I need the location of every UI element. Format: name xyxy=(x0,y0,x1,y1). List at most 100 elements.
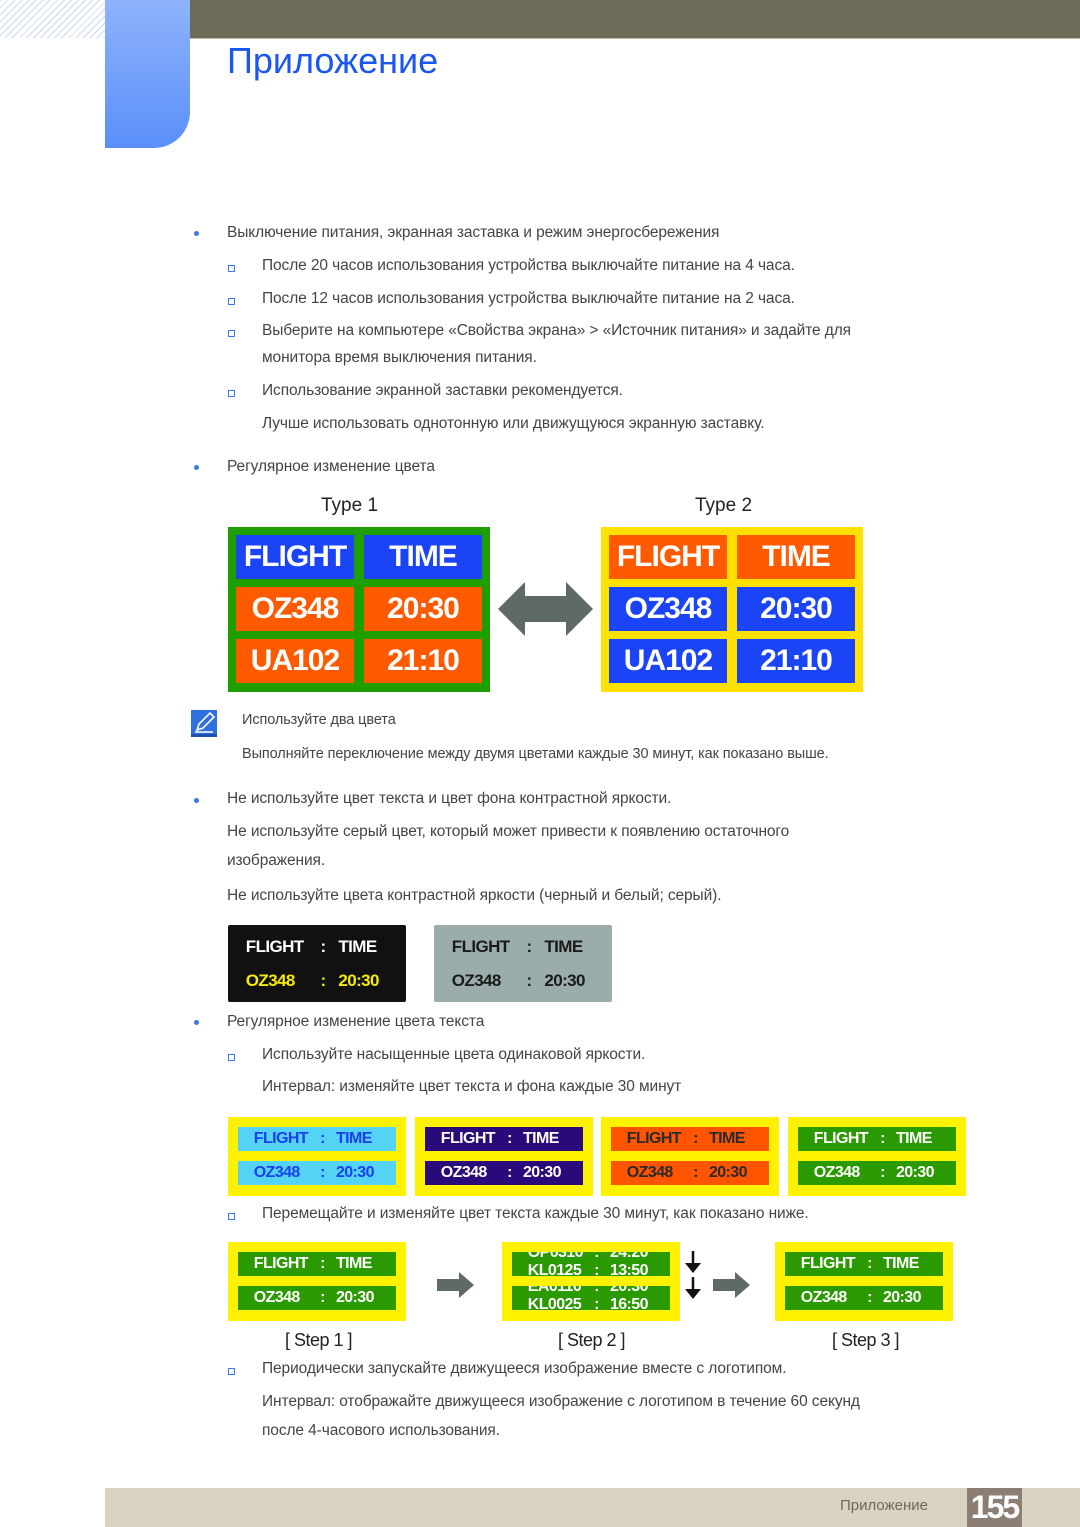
display-text: FLIGHT xyxy=(245,937,304,956)
list-item: После 12 часов использования устройства … xyxy=(262,290,795,307)
footer-band xyxy=(105,1488,1080,1527)
display-row: FLIGHT: TIME xyxy=(785,1252,943,1276)
list-item: Используйте насыщенные цвета одинаковой … xyxy=(262,1046,646,1063)
display-text: 24:20 xyxy=(609,1252,649,1261)
text-color-example: FLIGHT: TIME OZ348:20:30 xyxy=(601,1117,779,1196)
display-text: 20:30 xyxy=(882,1289,922,1306)
display-text: TIME xyxy=(338,937,377,956)
contrast-example-dark: FLIGHT: TIME OZ348:20:30 xyxy=(228,925,406,1002)
display-panel: FLIGHT: TIME xyxy=(238,1127,396,1151)
display-text: OZ348 xyxy=(626,1164,674,1181)
display-text: TIME xyxy=(708,1130,745,1147)
note-pencil-icon xyxy=(191,710,217,737)
display-row: FLIGHT: TIME xyxy=(238,1127,396,1151)
board-cell: 21:10 xyxy=(364,639,482,683)
list-item: Периодически запускайте движущееся изобр… xyxy=(262,1360,787,1377)
section-contrast-heading: Не используйте цвет текста и цвет фона к… xyxy=(227,790,672,807)
display-panel: OZ348:20:30 xyxy=(798,1161,956,1185)
step3-label: [ Step 3 ] xyxy=(832,1330,900,1350)
display-text: TIME xyxy=(335,1255,372,1272)
right-arrow-icon xyxy=(437,1272,474,1298)
list-item: Перемещайте и изменяйте цвет текста кажд… xyxy=(262,1205,809,1222)
display-text: 20:30 xyxy=(522,1164,562,1181)
display-text: TIME xyxy=(895,1130,932,1147)
type1-label: Type 1 xyxy=(321,495,379,516)
display-text: OZ348 xyxy=(451,971,502,990)
display-row: OZ348:20:30 xyxy=(228,969,406,993)
display-row: FLIGHT: TIME xyxy=(798,1127,956,1151)
display-text: : xyxy=(693,1164,698,1181)
sub-bullet-icon xyxy=(228,390,235,397)
display-text: 20:30 xyxy=(895,1164,935,1181)
display-row: KL0025:16:50 xyxy=(512,1296,670,1310)
bullet-icon xyxy=(194,231,199,236)
down-arrow-icon xyxy=(685,1251,701,1273)
board-cell: UA102 xyxy=(236,639,354,683)
display-text: TIME xyxy=(544,937,583,956)
list-item-continued: монитора время выключения питания. xyxy=(262,349,537,366)
display-text: OZ348 xyxy=(253,1289,301,1306)
text-color-example: FLIGHT: TIME OZ348:20:30 xyxy=(788,1117,966,1196)
display-row: OZ348:20:30 xyxy=(434,969,612,993)
display-text: : xyxy=(867,1289,872,1306)
display-text: : xyxy=(594,1252,599,1261)
sub-bullet-icon xyxy=(228,1213,235,1220)
type1-board: FLIGHT TIME OZ348 20:30 UA102 21:10 xyxy=(228,527,490,692)
display-panel: FLIGHT: TIME xyxy=(798,1127,956,1151)
display-text: FLIGHT xyxy=(440,1130,496,1147)
display-panel: FLIGHT: TIME xyxy=(785,1252,943,1276)
display-text: 20:30 xyxy=(609,1286,649,1295)
display-text: OZ348 xyxy=(253,1164,301,1181)
board-header-cell: FLIGHT xyxy=(236,535,354,579)
note-text: Выполняйте переключение между двумя цвет… xyxy=(242,746,829,762)
board-cell: UA102 xyxy=(609,639,727,683)
display-text: FLIGHT xyxy=(813,1130,869,1147)
step3-board: FLIGHT: TIME OZ348:20:30 xyxy=(775,1242,953,1321)
display-text: : xyxy=(320,1164,325,1181)
display-text: TIME xyxy=(882,1255,919,1272)
display-row: OZ348:20:30 xyxy=(611,1161,769,1185)
display-text: OZ348 xyxy=(440,1164,488,1181)
display-panel: OZ348:20:30 xyxy=(785,1286,943,1310)
display-text: : xyxy=(507,1130,512,1147)
type2-label: Type 2 xyxy=(695,495,753,516)
display-panel: FLIGHT: TIME xyxy=(238,1252,396,1276)
step2-board: OP0310:24:20 KL0125:13:50 EA0110:20:30 KL00… xyxy=(502,1242,680,1321)
display-text: OZ348 xyxy=(800,1289,848,1306)
display-row: OZ348:20:30 xyxy=(238,1161,396,1185)
display-text: : xyxy=(880,1164,885,1181)
right-arrow-icon xyxy=(713,1272,750,1298)
sub-bullet-icon xyxy=(228,1054,235,1061)
display-text: : xyxy=(594,1296,599,1310)
paragraph: Не используйте цвета контрастной яркости… xyxy=(227,887,722,904)
bullet-icon xyxy=(194,798,199,803)
display-panel: OP0310:24:20 KL0125:13:50 xyxy=(512,1252,670,1276)
display-text: : xyxy=(320,1289,325,1306)
sub-bullet-icon xyxy=(228,1368,235,1375)
sub-bullet-icon xyxy=(228,330,235,337)
display-text: : xyxy=(693,1130,698,1147)
display-row: FLIGHT: TIME xyxy=(611,1127,769,1151)
type2-board: FLIGHT TIME OZ348 20:30 UA102 21:10 xyxy=(601,527,863,692)
display-row: FLIGHT: TIME xyxy=(228,935,406,959)
text-color-example: FLIGHT: TIME OZ348:20:30 xyxy=(415,1117,593,1196)
chapter-tab xyxy=(105,0,190,148)
display-text: 16:50 xyxy=(609,1296,649,1310)
list-item: После 20 часов использования устройства … xyxy=(262,257,795,274)
step2-label: [ Step 2 ] xyxy=(558,1330,626,1350)
double-arrow-icon xyxy=(498,582,593,636)
board-header-cell: TIME xyxy=(364,535,482,579)
display-row: FLIGHT: TIME xyxy=(434,935,612,959)
bullet-icon xyxy=(194,1020,199,1025)
display-panel: OZ348:20:30 xyxy=(611,1161,769,1185)
display-text: 20:30 xyxy=(708,1164,748,1181)
display-text: OZ348 xyxy=(245,971,296,990)
board-cell: 21:10 xyxy=(737,639,855,683)
text-color-example: FLIGHT: TIME OZ348:20:30 xyxy=(228,1117,406,1196)
display-row: OZ348:20:30 xyxy=(798,1161,956,1185)
display-row: EA0110: 20:30 xyxy=(512,1286,670,1296)
down-arrow-icon xyxy=(685,1277,701,1299)
page-title: Приложение xyxy=(227,40,439,81)
header-band xyxy=(190,0,1080,38)
display-panel: OZ348:20:30 xyxy=(238,1161,396,1185)
